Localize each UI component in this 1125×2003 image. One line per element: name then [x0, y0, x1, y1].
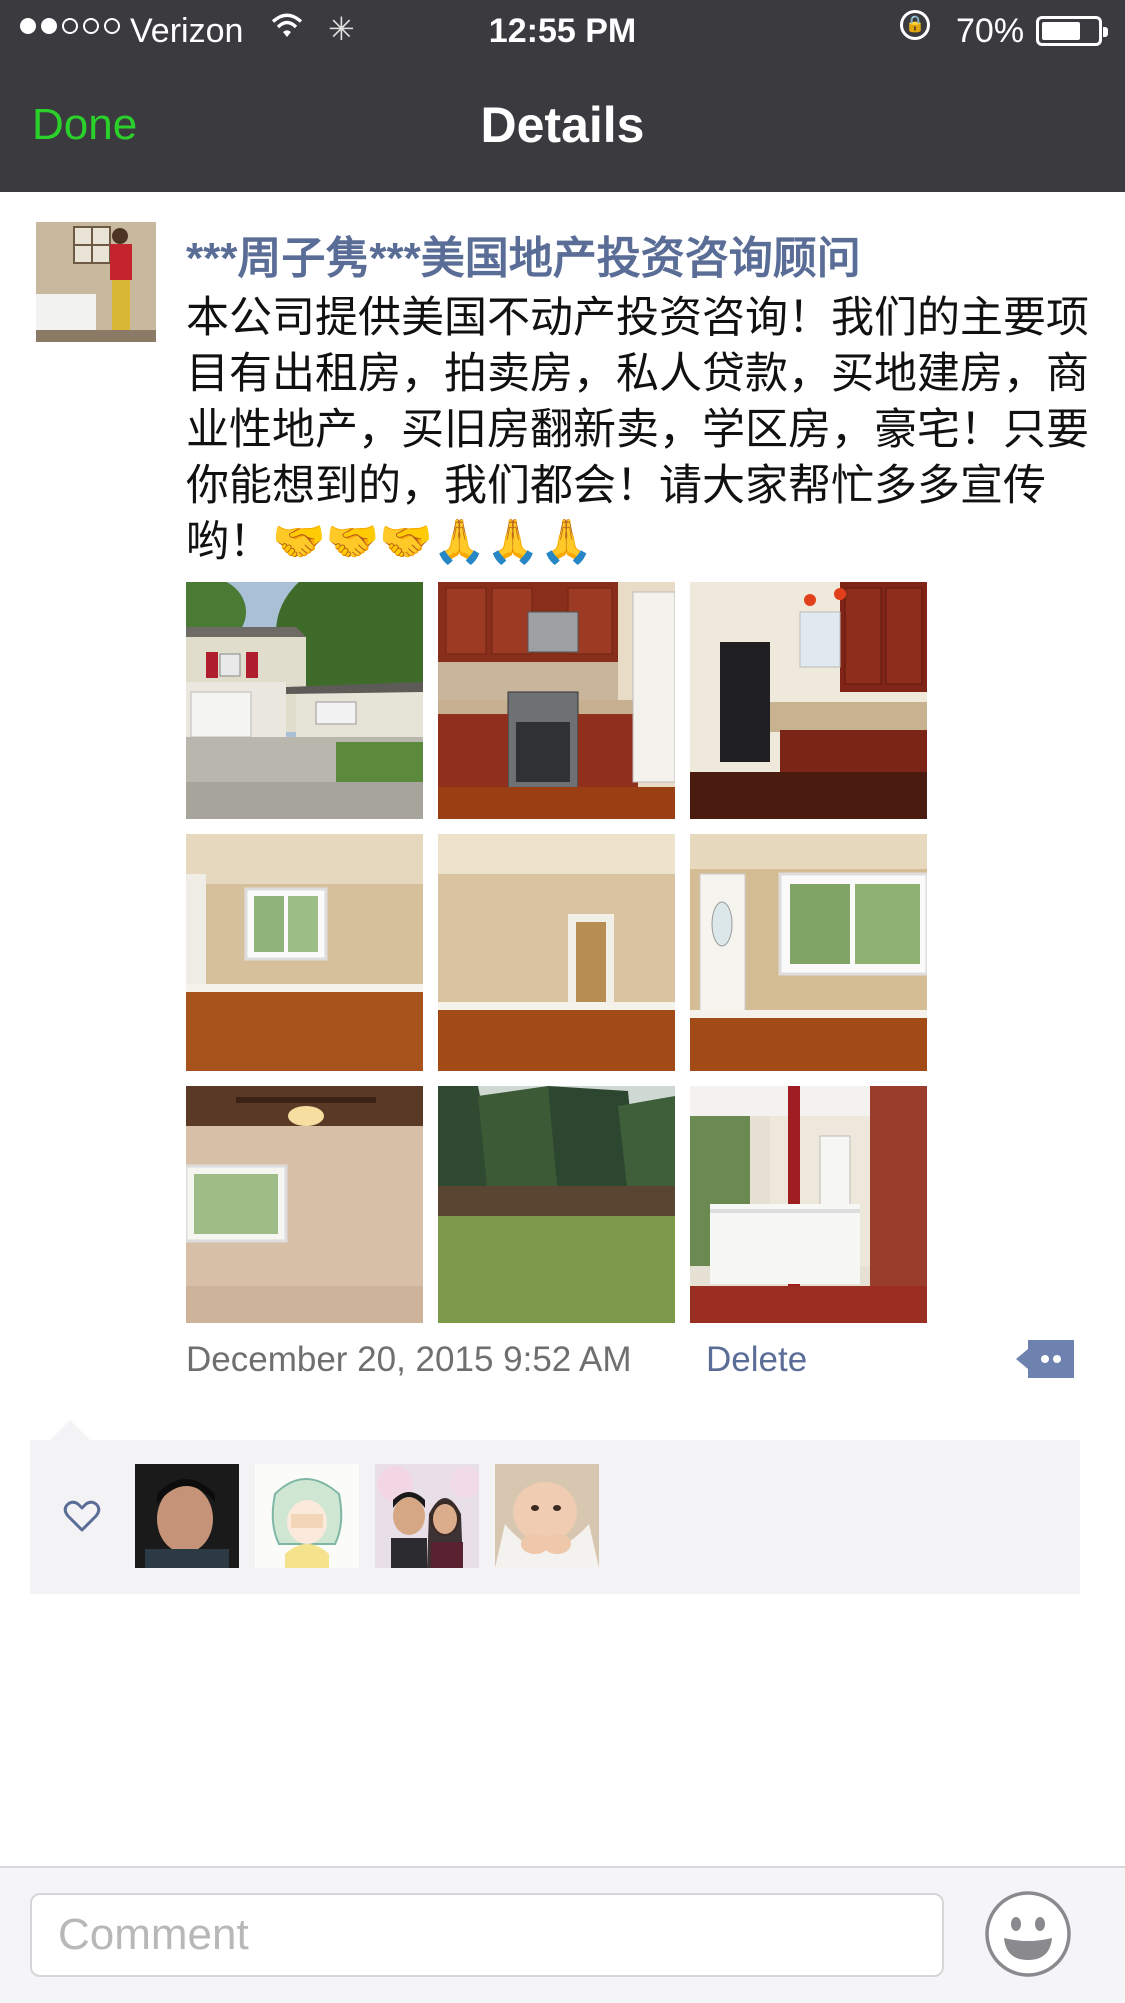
- kitchen-photo[interactable]: [438, 582, 675, 819]
- rotation-lock-icon: 🔒: [900, 10, 930, 40]
- post-author-name[interactable]: ***周子隽***美国地产投资咨询顾问: [186, 222, 861, 286]
- liker-avatar-1[interactable]: [135, 1464, 239, 1568]
- comment-options-icon[interactable]: [1016, 1338, 1076, 1380]
- comment-input[interactable]: [30, 1893, 944, 1977]
- hallway-photo[interactable]: [438, 834, 675, 1071]
- battery-icon: [1036, 16, 1108, 46]
- bedroom-ceiling-fan-photo[interactable]: [186, 1086, 423, 1323]
- front-door-room-photo[interactable]: [690, 834, 927, 1071]
- front-porch-photo[interactable]: [690, 1086, 927, 1323]
- liker-avatar-2[interactable]: [255, 1464, 359, 1568]
- post-timestamp: December 20, 2015 9:52 AM: [186, 1340, 632, 1379]
- page-title: Details: [480, 97, 645, 153]
- author-avatar[interactable]: [36, 222, 156, 342]
- liker-avatar-4[interactable]: [495, 1464, 599, 1568]
- delete-button[interactable]: Delete: [706, 1340, 807, 1380]
- photo-grid: [186, 582, 928, 1324]
- emoji-icon[interactable]: [984, 1890, 1072, 1978]
- kitchen-fridge-photo[interactable]: [690, 582, 927, 819]
- top-bar: Verizon ✳ 12:55 PM 🔒 70% Done Details: [0, 0, 1125, 192]
- battery-percent: 70%: [956, 12, 1025, 50]
- backyard-photo[interactable]: [438, 1086, 675, 1323]
- post-text: 本公司提供美国不动产投资咨询！我们的主要项目有出租房，拍卖房，私人贷款，买地建房…: [186, 294, 1089, 566]
- status-bar: Verizon ✳ 12:55 PM 🔒 70%: [0, 0, 1125, 62]
- heart-icon: [62, 1496, 102, 1536]
- living-room-photo[interactable]: [186, 834, 423, 1071]
- liker-avatar-3[interactable]: [375, 1464, 479, 1568]
- house-exterior-photo[interactable]: [186, 582, 423, 819]
- likes-pointer: [50, 1420, 90, 1440]
